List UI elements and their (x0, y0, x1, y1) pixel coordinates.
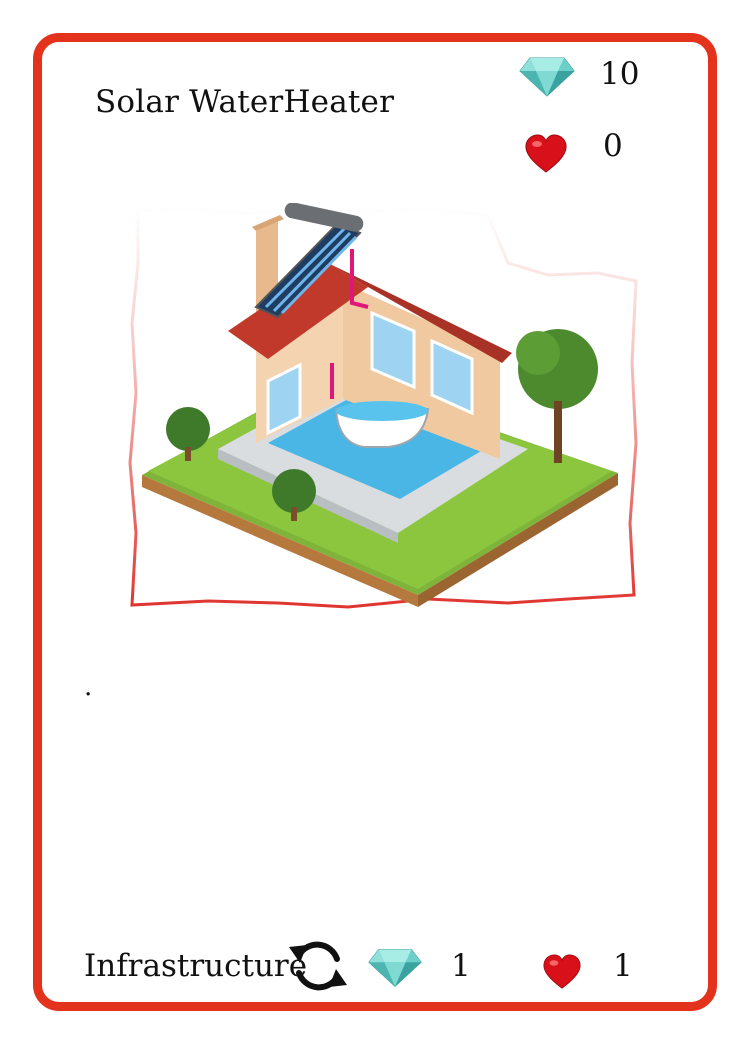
card-title: Solar WaterHeater (95, 84, 395, 120)
solar-house-illustration (128, 203, 638, 609)
cost-gems-value: 10 (600, 56, 640, 92)
diamond-icon (519, 57, 575, 97)
cost-hearts-value: 0 (603, 128, 623, 164)
card-description: . (84, 672, 93, 702)
refresh-cycle-icon (289, 941, 347, 991)
reward-hearts-value: 1 (613, 948, 633, 984)
heart-icon (525, 134, 567, 173)
reward-gems-value: 1 (451, 948, 471, 984)
diamond-icon (368, 949, 422, 988)
card-type: Infrastructure (84, 948, 308, 984)
heart-icon (543, 954, 581, 989)
